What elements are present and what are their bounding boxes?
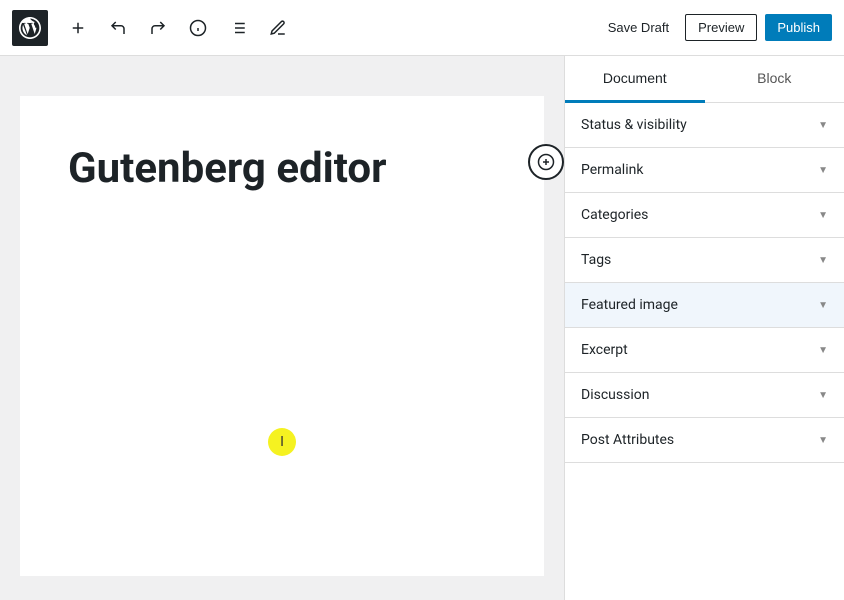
sidebar-panel-label-tags: Tags — [581, 252, 611, 268]
cursor-indicator: I — [268, 428, 296, 456]
toolbar: Save Draft Preview Publish — [0, 0, 844, 56]
sidebar-panel-tags[interactable]: Tags ▼ — [565, 238, 844, 283]
chevron-icon-excerpt: ▼ — [818, 345, 828, 356]
sidebar-panel-label-status-visibility: Status & visibility — [581, 117, 687, 133]
undo-button[interactable] — [100, 10, 136, 46]
chevron-icon-status-visibility: ▼ — [818, 120, 828, 131]
sidebar-panel-categories[interactable]: Categories ▼ — [565, 193, 844, 238]
save-draft-button[interactable]: Save Draft — [596, 14, 681, 41]
sidebar-tabs: Document Block — [565, 56, 844, 103]
tab-block[interactable]: Block — [705, 56, 844, 103]
sidebar-panel-featured-image[interactable]: Featured image ▼ — [565, 283, 844, 328]
tab-document[interactable]: Document — [565, 56, 705, 103]
chevron-icon-permalink: ▼ — [818, 165, 828, 176]
sidebar-panel-label-discussion: Discussion — [581, 387, 649, 403]
editor-canvas[interactable]: Gutenberg editor I — [0, 56, 564, 600]
info-button[interactable] — [180, 10, 216, 46]
wp-logo-icon — [19, 17, 41, 39]
chevron-icon-featured-image: ▼ — [818, 300, 828, 311]
list-view-icon — [229, 19, 247, 37]
redo-icon — [149, 19, 167, 37]
sidebar-panel-label-featured-image: Featured image — [581, 297, 678, 313]
sidebar-panel-status-visibility[interactable]: Status & visibility ▼ — [565, 103, 844, 148]
tools-icon — [269, 19, 287, 37]
sidebar: Document Block Status & visibility ▼ Per… — [564, 56, 844, 600]
sidebar-panel-label-post-attributes: Post Attributes — [581, 432, 674, 448]
sidebar-panel-discussion[interactable]: Discussion ▼ — [565, 373, 844, 418]
sidebar-panel-label-categories: Categories — [581, 207, 648, 223]
sidebar-panel-label-permalink: Permalink — [581, 162, 643, 178]
wordpress-logo — [12, 10, 48, 46]
sidebar-panels: Status & visibility ▼ Permalink ▼ Catego… — [565, 103, 844, 600]
chevron-icon-post-attributes: ▼ — [818, 435, 828, 446]
plus-circle-icon — [537, 153, 555, 171]
preview-button[interactable]: Preview — [685, 14, 757, 41]
editor-content-area: Gutenberg editor I — [20, 96, 544, 576]
sidebar-panel-label-excerpt: Excerpt — [581, 342, 628, 358]
sidebar-panel-excerpt[interactable]: Excerpt ▼ — [565, 328, 844, 373]
info-icon — [189, 19, 207, 37]
list-view-button[interactable] — [220, 10, 256, 46]
publish-button[interactable]: Publish — [765, 14, 832, 41]
tools-button[interactable] — [260, 10, 296, 46]
main-area: Gutenberg editor I Document Block Status… — [0, 56, 844, 600]
add-block-button[interactable] — [60, 10, 96, 46]
redo-button[interactable] — [140, 10, 176, 46]
chevron-icon-discussion: ▼ — [818, 390, 828, 401]
app-wrapper: Save Draft Preview Publish Gutenberg edi… — [0, 0, 844, 600]
plus-icon — [69, 19, 87, 37]
add-block-inline-button[interactable] — [528, 144, 564, 180]
chevron-icon-tags: ▼ — [818, 255, 828, 266]
sidebar-panel-post-attributes[interactable]: Post Attributes ▼ — [565, 418, 844, 463]
chevron-icon-categories: ▼ — [818, 210, 828, 221]
undo-icon — [109, 19, 127, 37]
sidebar-panel-permalink[interactable]: Permalink ▼ — [565, 148, 844, 193]
post-title[interactable]: Gutenberg editor — [68, 144, 496, 194]
